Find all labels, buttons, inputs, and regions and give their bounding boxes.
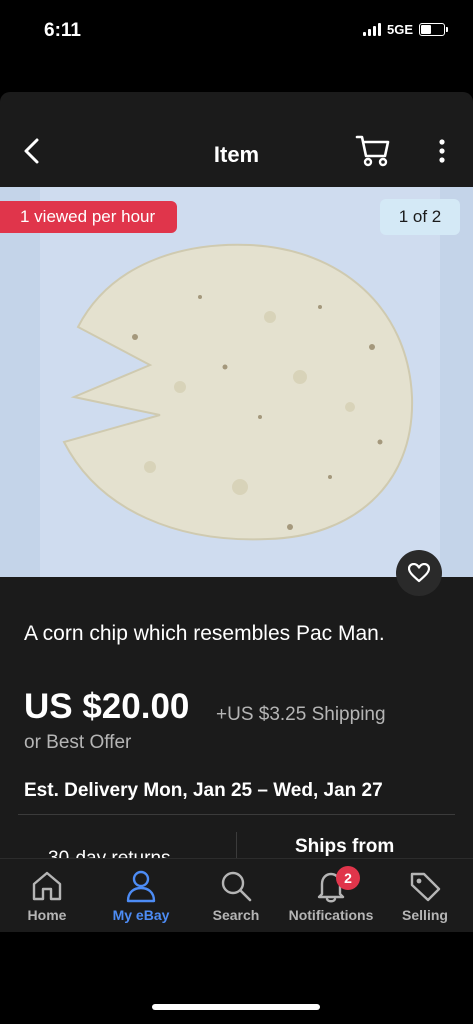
battery-icon [419,23,448,36]
watch-button[interactable] [396,550,442,596]
tab-label: Home [27,907,67,923]
cart-icon [355,135,390,167]
views-badge: 1 viewed per hour [0,201,178,233]
item-price: US $20.00 [24,687,190,726]
best-offer-label: or Best Offer [24,732,132,753]
top-nav: Item [0,92,473,187]
ships-from-info[interactable]: Ships from [295,836,394,858]
tab-my-ebay[interactable]: My eBay [94,859,188,932]
tab-search[interactable]: Search [189,859,283,932]
item-image-gallery[interactable]: 1 viewed per hour 1 of 2 [0,187,473,577]
item-photo [0,187,473,577]
status-bar: 6:11 5GE [0,0,473,60]
cart-button[interactable] [355,134,391,168]
tab-home[interactable]: Home [0,859,94,932]
search-icon [221,871,252,902]
tab-label: Notifications [288,907,374,923]
signal-icon [362,23,381,36]
more-vertical-icon [439,139,445,163]
estimated-delivery: Est. Delivery Mon, Jan 25 – Wed, Jan 27 [24,780,383,801]
bottom-tab-bar: Home My eBay Search 2 Notifications Sell… [0,858,473,932]
status-icons: 5GE [362,22,448,37]
tab-label: My eBay [112,907,170,923]
tab-label: Search [212,907,260,923]
section-divider [18,814,455,815]
status-time: 6:11 [44,20,81,41]
tab-notifications[interactable]: 2 Notifications [284,859,378,932]
shipping-cost: +US $3.25 Shipping [216,704,386,725]
home-indicator[interactable] [152,1004,320,1010]
more-options-button[interactable] [432,136,452,166]
tag-icon [410,872,441,902]
tab-selling[interactable]: Selling [378,859,472,932]
item-screen: Item 1 viewed per hour 1 of 2 A corn chi… [0,92,473,932]
notification-count-badge: 2 [336,866,360,890]
heart-icon [408,563,430,583]
tab-label: Selling [402,907,448,923]
image-counter: 1 of 2 [380,199,460,235]
home-icon [32,871,62,901]
person-icon [126,870,156,903]
item-title: A corn chip which resembles Pac Man. [24,622,385,645]
page-title: Item [213,142,260,167]
network-type: 5GE [386,22,413,37]
